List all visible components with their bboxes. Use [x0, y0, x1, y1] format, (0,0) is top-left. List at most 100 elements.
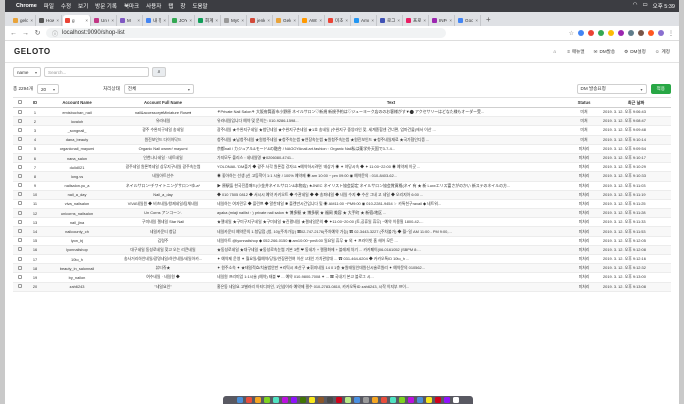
- menubar-item[interactable]: 창: [180, 2, 185, 10]
- dock-app-icon[interactable]: [426, 397, 432, 403]
- menubar-time[interactable]: 오후 5:39: [653, 2, 675, 10]
- extension-icon[interactable]: [648, 29, 654, 36]
- dock-app-icon[interactable]: [300, 397, 306, 403]
- table-row[interactable]: 10 nail_a_day Nail_a_day ◆ 010 7505 0812 ◆ …: [13, 190, 671, 200]
- dock-app-icon[interactable]: [336, 397, 342, 403]
- dock-app-icon[interactable]: [417, 397, 423, 403]
- close-icon[interactable]: ×: [267, 18, 270, 23]
- table-row[interactable]: 16 lyonnailshop 대구네일 동성로네일 찾고 오는 리큰네일 ★동성로네…: [13, 245, 671, 256]
- table-row[interactable]: 8 long.vs 네일아트선수 ◉ 좋아하는 선생 (신 고등학이 1:1 시술 /…: [13, 171, 671, 182]
- close-icon[interactable]: ×: [397, 18, 400, 23]
- battery-icon[interactable]: ▭: [642, 2, 647, 10]
- search-button[interactable]: ⌕: [152, 67, 166, 77]
- profile-avatar[interactable]: [658, 29, 664, 36]
- table-row[interactable]: 6 nana_salon 인천나나네일ㆍ네트네일 가지모두 올리스 ◦ 네네일명 ★0…: [13, 153, 671, 164]
- row-checkbox[interactable]: [18, 137, 22, 142]
- row-checkbox[interactable]: [18, 274, 22, 279]
- row-checkbox[interactable]: [18, 146, 22, 151]
- menubar-item[interactable]: 수정: [61, 2, 71, 10]
- dock-app-icon[interactable]: [435, 397, 441, 403]
- browser-tab[interactable]: 내 정×: [144, 15, 169, 26]
- browser-tab[interactable]: M ×: [118, 15, 143, 26]
- browser-tab[interactable]: 로그 ×: [378, 15, 403, 26]
- row-checkbox[interactable]: [18, 192, 22, 197]
- dock-app-icon[interactable]: [237, 397, 243, 403]
- header-nav-item[interactable]: ≡ 매뉴얼: [567, 49, 584, 55]
- table-row[interactable]: 1 emisbuchan_nail nail&accessory♦Miniature…: [13, 107, 671, 118]
- row-checkbox[interactable]: [18, 118, 22, 123]
- menubar-item[interactable]: 사용자: [146, 2, 161, 10]
- row-checkbox[interactable]: [18, 183, 22, 188]
- menu-kebab-icon[interactable]: ⋮: [668, 30, 674, 37]
- browser-tab[interactable]: AWS×: [300, 15, 325, 26]
- back-icon[interactable]: ←: [10, 30, 17, 37]
- table-row[interactable]: 9 nailsalon.yu_a ネイルサロン*チワイトニングサロン*ゆ-a* ▶ 原…: [13, 181, 671, 191]
- close-icon[interactable]: ×: [423, 18, 426, 23]
- table-row[interactable]: 3 _songnail_ 광주 수완지구네일 송네일 광주네일 ★수완지구네일 ★첨단…: [13, 125, 671, 136]
- dock-app-icon[interactable]: [453, 397, 459, 403]
- info-icon[interactable]: ⓘ: [52, 29, 58, 38]
- table-row[interactable]: 5 organicnail_mayumi Organic Nail owner/ m…: [13, 144, 671, 154]
- table-row[interactable]: 19 by_nailon 여수네일ㆍ네일원 ◆ 네일원 프리미엄 1:1시술 (예약)…: [13, 272, 671, 283]
- forward-icon[interactable]: →: [22, 30, 29, 37]
- browser-tab[interactable]: g ×: [63, 15, 91, 26]
- header-nav-item[interactable]: ⚙ DM설정: [624, 49, 646, 55]
- dock-app-icon[interactable]: [372, 397, 378, 403]
- dock-app-icon[interactable]: [255, 397, 261, 403]
- close-icon[interactable]: ×: [319, 18, 322, 23]
- dm-action-select[interactable]: DM 발송요청 ▾: [576, 84, 647, 94]
- table-row[interactable]: 18 beauty_in_salonnail 뷰티쥬★ ✦ 원주소속 ✦ ★태일적효/…: [13, 263, 671, 274]
- header-nav-item[interactable]: ☺ 계정: [655, 49, 670, 55]
- dock-app-icon[interactable]: [390, 397, 396, 403]
- close-icon[interactable]: ×: [56, 18, 59, 23]
- row-checkbox[interactable]: [18, 284, 22, 289]
- url-field[interactable]: ⓘ localhost:9090/shop-list: [46, 28, 446, 38]
- browser-tab[interactable]: jenki×: [248, 15, 273, 26]
- close-icon[interactable]: ×: [293, 18, 296, 23]
- dock-app-icon[interactable]: [291, 397, 297, 403]
- dock-app-icon[interactable]: [282, 397, 288, 403]
- close-icon[interactable]: ×: [111, 18, 114, 23]
- new-tab-icon[interactable]: +: [486, 15, 491, 24]
- row-checkbox[interactable]: [18, 164, 22, 169]
- table-row[interactable]: 11 viva_nailsalon VIVA네일원 ◆ 비츠네일/왕제네일/팀체네일…: [13, 199, 671, 210]
- menubar-item[interactable]: 북마크: [124, 2, 139, 10]
- close-icon[interactable]: ×: [475, 18, 478, 23]
- dock-app-icon[interactable]: [309, 397, 315, 403]
- dock-app-icon[interactable]: [354, 397, 360, 403]
- row-checkbox[interactable]: [18, 109, 22, 114]
- select-all-checkbox[interactable]: [18, 100, 22, 104]
- browser-tab[interactable]: How ×: [37, 15, 62, 26]
- extension-icon[interactable]: [608, 29, 614, 36]
- wifi-icon[interactable]: ◠: [633, 2, 638, 10]
- menubar-item[interactable]: 탭: [168, 2, 173, 10]
- search-input[interactable]: Search...: [44, 67, 149, 77]
- row-checkbox[interactable]: [18, 127, 22, 132]
- row-checkbox[interactable]: [18, 265, 22, 270]
- close-icon[interactable]: ×: [30, 18, 33, 23]
- dock-app-icon[interactable]: [363, 397, 369, 403]
- extension-icon[interactable]: [618, 29, 624, 36]
- browser-tab[interactable]: gelo ×: [11, 15, 36, 26]
- close-icon[interactable]: ×: [163, 18, 166, 23]
- browser-tab[interactable]: Goo ×: [456, 15, 481, 26]
- row-checkbox[interactable]: [18, 238, 22, 243]
- browser-tab[interactable]: MyC×: [222, 15, 247, 26]
- page-size-select[interactable]: 20 ▾: [36, 84, 59, 94]
- close-icon[interactable]: ×: [189, 18, 192, 23]
- table-row[interactable]: 7 dulid021 광주네일 원론복네일 상무지구네일 광주속눈썹 YOLONAIL…: [13, 162, 671, 173]
- close-icon[interactable]: ×: [215, 18, 218, 23]
- dock-app-icon[interactable]: [399, 397, 405, 403]
- row-checkbox[interactable]: [18, 247, 22, 252]
- row-checkbox[interactable]: [18, 155, 22, 160]
- dock-app-icon[interactable]: [327, 397, 333, 403]
- browser-tab[interactable]: 회계 ×: [196, 15, 221, 26]
- close-icon[interactable]: ×: [345, 18, 348, 23]
- menubar-item[interactable]: 파일: [44, 2, 54, 10]
- dock-app-icon[interactable]: [264, 397, 270, 403]
- row-checkbox[interactable]: [18, 210, 22, 215]
- close-icon[interactable]: ×: [85, 18, 88, 23]
- menubar-app-name[interactable]: Chrome: [16, 3, 37, 9]
- app-logo[interactable]: GELOTO: [14, 47, 51, 56]
- table-row[interactable]: 20 zah6243 "네일요인" 홍은동 네일요 고별러리 아티디자인, 1인샵이라…: [13, 282, 671, 292]
